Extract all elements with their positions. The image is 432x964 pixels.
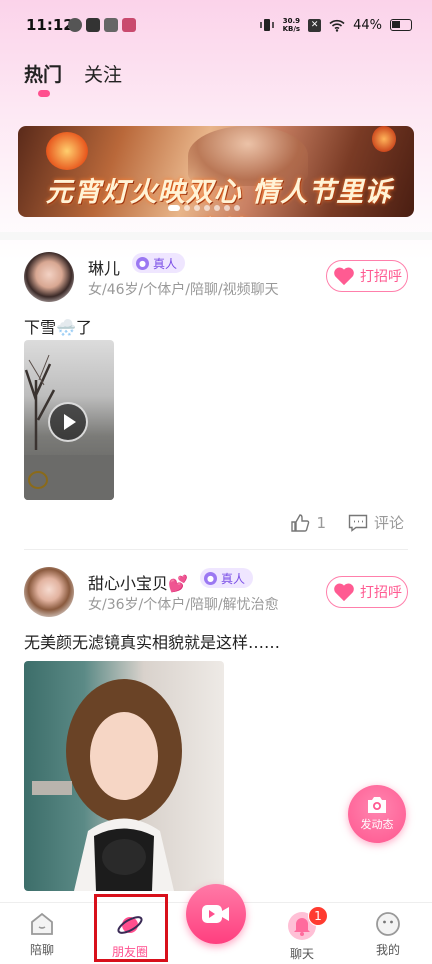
no-sim-icon: ✕ xyxy=(308,18,322,32)
photo-content xyxy=(32,679,182,891)
home-icon xyxy=(31,912,53,935)
status-right: 30.9 KB/s ✕ 44% xyxy=(259,14,412,36)
avatar[interactable] xyxy=(24,252,74,302)
nav-chat-companion[interactable]: 陪聊 xyxy=(12,911,72,958)
post-username[interactable]: 甜心小宝贝💕 xyxy=(88,570,188,594)
avatar[interactable] xyxy=(24,567,74,617)
camera-icon xyxy=(368,797,386,813)
post-user-meta: 女/46岁/个体户/陪聊/视频聊天 xyxy=(88,282,279,298)
like-button[interactable]: 1 xyxy=(290,513,326,533)
video-call-button[interactable] xyxy=(186,884,246,944)
post-username[interactable]: 琳儿 xyxy=(88,255,120,279)
battery-percent: 44% xyxy=(353,17,382,33)
battery-icon xyxy=(390,19,412,31)
verified-badge: ● 真人 xyxy=(200,568,254,588)
banner-pagination xyxy=(168,205,240,211)
verified-badge: ● 真人 xyxy=(132,253,186,273)
feed-post: 甜心小宝贝💕 ● 真人 女/36岁/个体户/陪聊/解忧治愈 打招呼 无美颜无滤镜… xyxy=(0,555,432,900)
chat-unread-badge: 1 xyxy=(308,906,328,926)
tiktok-icon xyxy=(86,18,100,32)
post-separator xyxy=(24,549,408,550)
feed-post: 琳儿 ● 真人 女/46岁/个体户/陪聊/视频聊天 打招呼 下雪🌨️了 1 评论 xyxy=(0,240,432,550)
video-camera-icon xyxy=(202,905,229,923)
post-text: 无美颜无滤镜真实相貌就是这样…… xyxy=(24,633,281,652)
selection-highlight xyxy=(94,894,168,962)
app-notification-icon xyxy=(68,18,82,32)
post-text: 下雪🌨️了 xyxy=(24,318,92,337)
wifi-icon xyxy=(329,19,345,32)
smile-face-icon xyxy=(376,912,400,936)
top-tabs: 热门 关注 xyxy=(24,60,122,101)
post-video[interactable] xyxy=(24,340,114,500)
person-icon: ● xyxy=(136,256,149,270)
message-icon xyxy=(104,18,118,32)
section-divider xyxy=(0,232,432,240)
post-photo[interactable] xyxy=(24,661,224,891)
tab-follow[interactable]: 关注 xyxy=(84,60,122,101)
net-speed: 30.9 KB/s xyxy=(282,17,301,33)
vibrate-icon xyxy=(259,19,274,31)
promo-banner[interactable]: 元宵灯火映双心 情人节里诉衷情 xyxy=(18,126,414,217)
tab-hot[interactable]: 热门 xyxy=(24,60,62,101)
like-count: 1 xyxy=(316,513,326,532)
heart-icon xyxy=(334,583,354,602)
nav-profile[interactable]: 我的 xyxy=(358,911,418,958)
status-bar: 11:12 30.9 KB/s ✕ 44% xyxy=(0,0,432,52)
play-icon[interactable] xyxy=(48,402,88,442)
lantern-icon xyxy=(46,132,88,170)
post-user-meta: 女/36岁/个体户/陪聊/解忧治愈 xyxy=(88,597,279,613)
comment-button[interactable]: 评论 xyxy=(348,512,404,533)
greet-button[interactable]: 打招呼 xyxy=(326,576,408,608)
thumbs-up-icon xyxy=(291,513,310,532)
heart-icon xyxy=(334,267,354,286)
lantern-icon xyxy=(372,126,396,152)
greet-button[interactable]: 打招呼 xyxy=(326,260,408,292)
app-icon xyxy=(122,18,136,32)
post-moment-button[interactable]: 发动态 xyxy=(348,785,406,843)
comment-icon xyxy=(348,514,368,532)
status-time: 11:12 xyxy=(26,16,74,34)
person-icon: ● xyxy=(204,571,217,585)
post-actions: 1 评论 xyxy=(290,512,404,533)
